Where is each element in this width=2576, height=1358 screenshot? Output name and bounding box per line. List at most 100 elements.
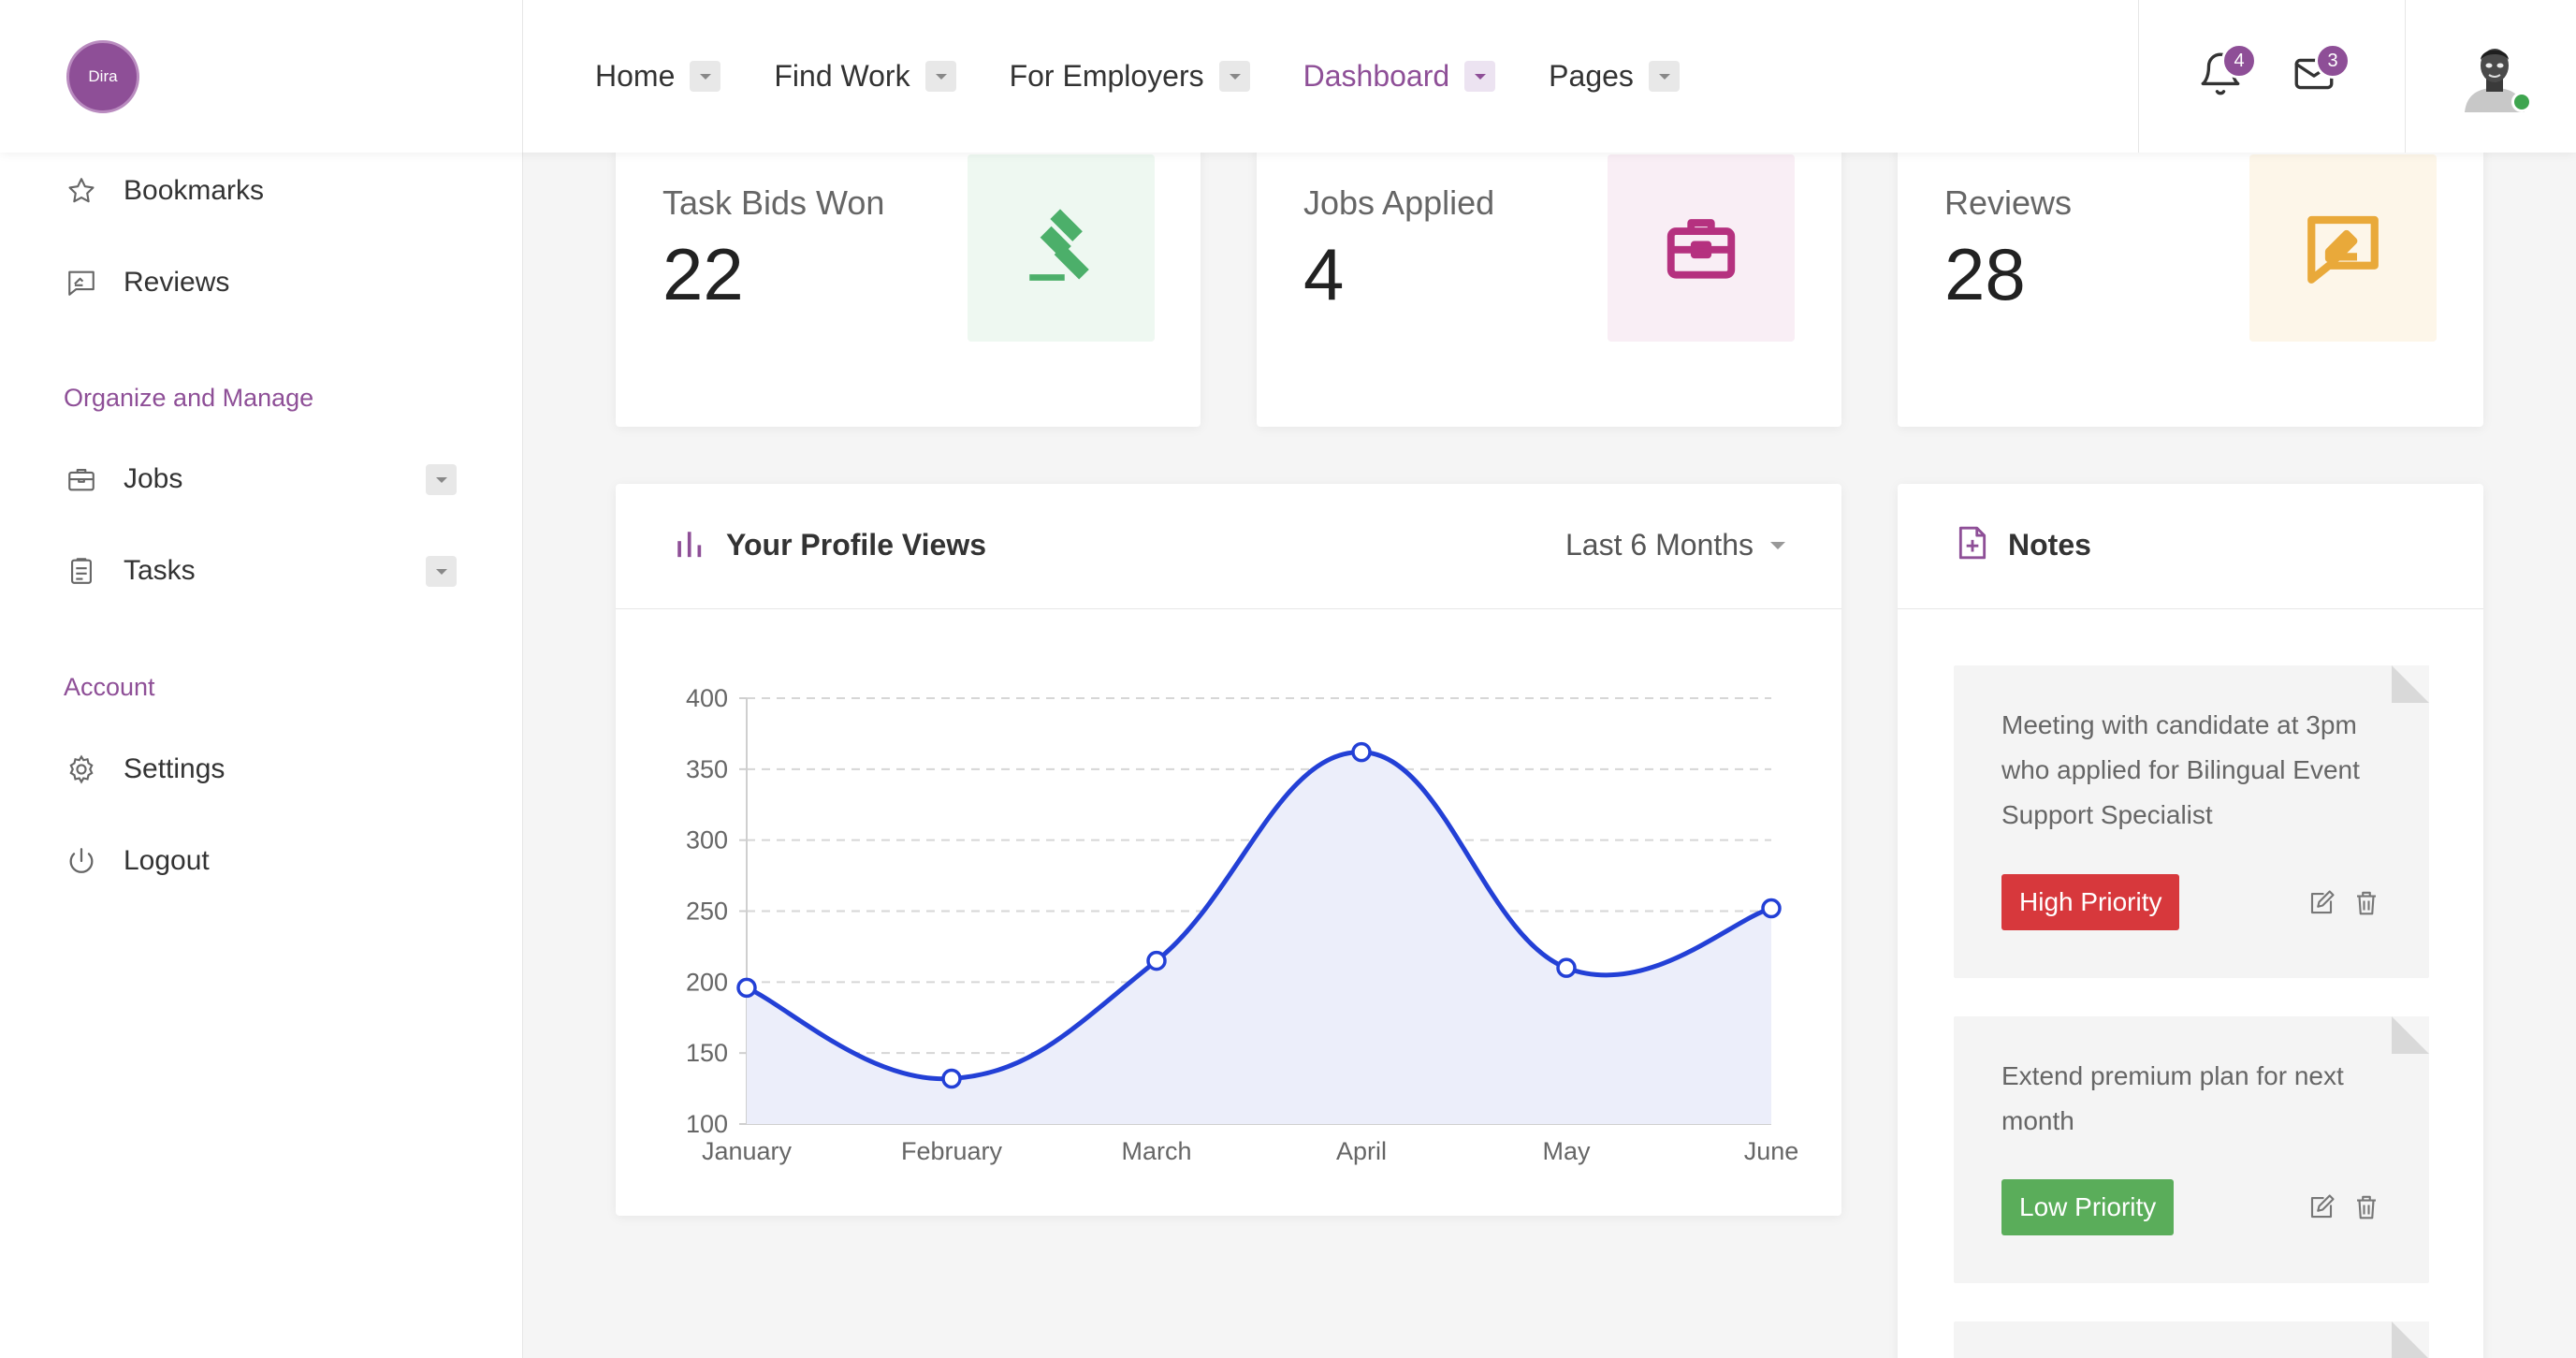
nav-item-find-work[interactable]: Find Work <box>774 59 956 94</box>
online-status-indicator <box>2511 92 2532 112</box>
y-tick-label: 350 <box>686 755 728 783</box>
logo-area: Dira <box>0 0 523 153</box>
stat-label: Task Bids Won <box>662 183 885 222</box>
stat-label: Reviews <box>1944 183 2073 222</box>
sidebar-item-tasks[interactable]: Tasks <box>64 553 457 589</box>
top-header: Dira Home Find Work For Employers Dashbo… <box>0 0 2576 153</box>
stat-card-jobs-applied: Jobs Applied 4 <box>1257 112 1841 427</box>
nav-item-for-employers[interactable]: For Employers <box>1010 59 1250 94</box>
star-icon <box>64 173 99 209</box>
x-tick-label: April <box>1336 1137 1387 1165</box>
nav-label: For Employers <box>1009 59 1204 93</box>
nav-label: Home <box>595 59 676 93</box>
nav-label: Dashboard <box>1303 59 1450 93</box>
note-fold <box>2392 1016 2429 1054</box>
logo[interactable]: Dira <box>66 40 139 113</box>
logo-text: Dira <box>88 67 118 85</box>
notes-header: Notes <box>1898 484 2483 609</box>
note-text: Meeting with candidate at 3pm who applie… <box>2001 710 2360 829</box>
sidebar-item-label: Bookmarks <box>124 175 265 206</box>
sidebar-section-account: Account <box>64 673 155 701</box>
series-area <box>747 752 1771 1124</box>
note-item: Extend premium plan for next month Low P… <box>1954 1016 2429 1283</box>
stat-icon-box <box>968 154 1155 342</box>
notifications-badge: 4 <box>2221 43 2257 79</box>
main-nav: Home Find Work For Employers Dashboard P… <box>595 0 1733 153</box>
trash-icon[interactable] <box>2352 889 2380 917</box>
note-fold <box>2392 665 2429 703</box>
x-tick-label: February <box>901 1137 1003 1165</box>
y-tick-label: 200 <box>686 968 728 996</box>
data-point <box>1351 741 1372 763</box>
notifications-button[interactable]: 4 <box>2197 43 2257 97</box>
stat-label: Jobs Applied <box>1303 183 1495 222</box>
sidebar-item-label: Reviews <box>124 267 230 298</box>
messages-badge: 3 <box>2315 43 2350 79</box>
chevron-down-icon[interactable] <box>426 555 457 587</box>
y-tick-label: 250 <box>686 898 728 926</box>
priority-badge: Low Priority <box>2001 1179 2175 1235</box>
messages-button[interactable]: 3 <box>2291 43 2350 97</box>
y-tick-label: 100 <box>686 1110 728 1138</box>
nav-label: Pages <box>1549 59 1634 93</box>
chevron-down-icon[interactable] <box>1648 61 1680 92</box>
chevron-down-icon[interactable] <box>1464 61 1496 92</box>
period-dropdown[interactable]: Last 6 Months <box>1565 528 1785 562</box>
y-tick-label: 300 <box>686 826 728 854</box>
note-fold <box>2392 1321 2429 1358</box>
user-avatar[interactable] <box>2461 39 2532 112</box>
profile-views-card: Your Profile Views Last 6 Months 100 150 2… <box>616 484 1841 1216</box>
data-point <box>1146 950 1167 971</box>
chevron-down-icon[interactable] <box>690 61 721 92</box>
period-label: Last 6 Months <box>1565 528 1754 562</box>
note-add-icon <box>1958 526 1987 560</box>
note-actions <box>2307 889 2380 917</box>
stat-value: 22 <box>662 233 744 315</box>
chevron-down-icon[interactable] <box>426 463 457 495</box>
x-tick-label: January <box>702 1137 793 1165</box>
briefcase-icon <box>64 461 99 497</box>
power-icon <box>64 843 99 879</box>
x-tick-label: March <box>1121 1137 1191 1165</box>
nav-item-pages[interactable]: Pages <box>1549 59 1680 94</box>
chevron-down-icon[interactable] <box>924 61 956 92</box>
sidebar-item-reviews[interactable]: Reviews <box>64 265 457 300</box>
edit-icon[interactable] <box>2307 1193 2336 1221</box>
sidebar-section-organize: Organize and Manage <box>64 384 314 412</box>
edit-icon[interactable] <box>2307 889 2336 917</box>
sidebar-item-settings[interactable]: Settings <box>64 752 457 787</box>
sidebar: Bookmarks Reviews Organize and Manage Jo… <box>0 153 523 1358</box>
y-tick-label: 150 <box>686 1039 728 1067</box>
clipboard-icon <box>64 553 99 589</box>
x-tick-label: May <box>1542 1137 1591 1165</box>
chevron-down-icon[interactable] <box>1218 61 1250 92</box>
trash-icon[interactable] <box>2352 1193 2380 1221</box>
stat-icon-box <box>2249 154 2437 342</box>
header-actions: 4 3 <box>2138 0 2406 153</box>
sidebar-item-label: Jobs <box>124 463 183 494</box>
data-point <box>1556 957 1577 978</box>
sidebar-item-jobs[interactable]: Jobs <box>64 461 457 497</box>
data-point <box>1761 898 1782 919</box>
stat-value: 4 <box>1303 233 1345 315</box>
profile-views-chart: 100 150 200 250 300 350 400 January February Marc… <box>686 684 1799 1165</box>
nav-item-dashboard[interactable]: Dashboard <box>1303 59 1496 94</box>
x-tick-label: June <box>1744 1137 1799 1165</box>
gavel-icon <box>1029 209 1089 281</box>
briefcase-icon <box>1666 219 1736 279</box>
sidebar-item-label: Settings <box>124 753 226 784</box>
sidebar-item-label: Tasks <box>124 555 196 586</box>
note-item: Meeting with candidate at 3pm who applie… <box>1954 665 2429 978</box>
stat-icon-box <box>1608 154 1795 342</box>
review-icon <box>64 265 99 300</box>
panel-title: Your Profile Views <box>726 528 987 562</box>
caret-down-icon <box>1770 541 1785 549</box>
sidebar-item-bookmarks[interactable]: Bookmarks <box>64 173 457 209</box>
note-actions <box>2307 1193 2380 1221</box>
y-tick-label: 400 <box>686 684 728 712</box>
nav-item-home[interactable]: Home <box>595 59 721 94</box>
sidebar-item-logout[interactable]: Logout <box>64 843 457 879</box>
priority-badge: High Priority <box>2001 874 2180 930</box>
stat-card-task-bids: Task Bids Won 22 <box>616 112 1201 427</box>
note-text: Extend premium plan for next month <box>2001 1061 2344 1135</box>
